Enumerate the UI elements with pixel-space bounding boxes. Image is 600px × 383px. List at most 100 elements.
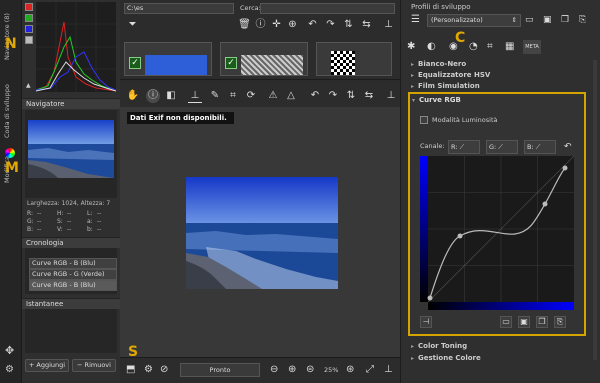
tab-queue[interactable]: Coda di sviluppo: [3, 80, 19, 142]
meta-tab[interactable]: META: [523, 40, 541, 54]
luminosity-checkbox[interactable]: [420, 116, 428, 124]
tool-item[interactable]: ▸ Equalizzatore HSV: [411, 71, 490, 79]
file-thumbnail[interactable]: ✓: [124, 42, 212, 76]
before-after-icon[interactable]: ◧: [164, 89, 178, 103]
profile-select[interactable]: (Personalizzato) ⇕: [427, 14, 521, 27]
main-image: [186, 177, 338, 289]
fullscreen-icon[interactable]: ⤢: [366, 364, 378, 376]
zoom-100-icon[interactable]: ⊛: [346, 364, 358, 376]
paste-curve-icon[interactable]: ⎘: [554, 316, 566, 328]
scrollbar[interactable]: [593, 60, 597, 360]
pin-icon[interactable]: ⊥: [384, 364, 396, 376]
pixel-value-row: G: -- S: -- a: --: [27, 218, 117, 226]
green-channel-toggle[interactable]: [25, 14, 33, 22]
red-channel-toggle[interactable]: [25, 3, 33, 11]
filter-icon[interactable]: ⏷: [126, 18, 139, 31]
flip-icon[interactable]: ⇅: [342, 18, 355, 31]
history-item[interactable]: Curve RGB - B (Blu): [29, 258, 117, 269]
pixel-value-cell: --: [97, 218, 102, 225]
copy-curve-icon[interactable]: ❐: [536, 316, 548, 328]
external-editor-icon[interactable]: ⊘: [160, 364, 172, 376]
move-icon[interactable]: ✥: [5, 345, 17, 357]
color-tab[interactable]: ◔: [469, 40, 483, 54]
profile-list-icon[interactable]: ☰: [411, 14, 423, 26]
gear-icon[interactable]: ⚙: [144, 364, 156, 376]
straighten-icon[interactable]: ⊥: [188, 89, 202, 103]
pixel-value-cell: --: [97, 210, 102, 217]
pixel-value-cell: a:: [87, 218, 93, 225]
pin-icon[interactable]: ⊥: [384, 89, 398, 103]
warning-outline-icon[interactable]: △: [284, 89, 298, 103]
channel-b-combo[interactable]: B: ⟋: [524, 140, 556, 154]
exposure-tab[interactable]: ◐: [427, 40, 441, 54]
editor-toolbar: ✋ ⓘ ◧ ⊥ ✎ ⌗ ⟳ ⚠ △ ↶ ↷ ⇅ ⇆ ⊥: [120, 85, 400, 107]
blue-channel-toggle[interactable]: [25, 25, 33, 33]
mirror-icon[interactable]: ⇆: [360, 18, 373, 31]
pixel-value-row: R: -- H: -- L: --: [27, 210, 117, 218]
info-icon[interactable]: ⓘ: [254, 18, 267, 31]
pin-icon[interactable]: ⊥: [382, 18, 395, 31]
mirror-icon[interactable]: ⇆: [362, 89, 376, 103]
rotate-left-icon[interactable]: ↶: [308, 89, 322, 103]
hand-icon[interactable]: ✋: [126, 89, 140, 103]
favorites-tab[interactable]: ✱: [407, 40, 421, 54]
zoom-out-icon[interactable]: ⊖: [270, 364, 282, 376]
image-preview-area[interactable]: [120, 107, 400, 357]
checkbox-icon[interactable]: ✓: [225, 57, 237, 69]
zoom-fit-icon[interactable]: ⊜: [306, 364, 318, 376]
history-item[interactable]: Curve RGB - G (Verde): [29, 269, 117, 280]
navigator-title: Navigatore: [22, 98, 120, 109]
remove-snapshot-button[interactable]: − Rimuovi: [72, 359, 116, 372]
save-curve-icon[interactable]: ▣: [518, 316, 530, 328]
path-input[interactable]: C:\es: [124, 3, 234, 14]
open-profile-icon[interactable]: ▭: [525, 14, 537, 26]
reset-curve-icon[interactable]: ↶: [564, 142, 574, 152]
curve-edit-mode-icon[interactable]: ⊣: [420, 316, 432, 328]
tool-item[interactable]: ▸ Gestione Colore: [411, 354, 481, 362]
file-thumbnail[interactable]: ✓: [220, 42, 308, 76]
navigator-thumbnail[interactable]: [28, 120, 114, 178]
tool-item[interactable]: ▸ Bianco-Nero: [411, 60, 466, 68]
settings-icon[interactable]: ⚙: [5, 364, 17, 376]
transform-icon[interactable]: ⟳: [244, 89, 258, 103]
checkbox-icon[interactable]: ✓: [129, 57, 141, 69]
raw-tab[interactable]: ▦: [505, 40, 519, 54]
pixel-values: R: -- H: -- L: -- G: -- S: -- a: -- B: -- V: -- b: --: [27, 210, 117, 234]
tool-item[interactable]: ▸ Color Toning: [411, 342, 467, 350]
tool-tabs: ✱ ◐ ◉ ◔ ⌗ ▦ META C: [407, 30, 541, 56]
luminance-toggle[interactable]: [25, 36, 33, 44]
channel-label: Canale:: [420, 142, 445, 150]
pixel-value-cell: --: [67, 210, 72, 217]
crop-icon[interactable]: ⌗: [226, 89, 240, 103]
curve-rgb-panel: ▾ Curve RGB Modalità Luminosità Canale: R…: [408, 92, 586, 336]
search-input[interactable]: [260, 3, 395, 14]
search-label: Cerca:: [240, 4, 261, 12]
channel-r-combo[interactable]: R: ⟋: [448, 140, 480, 154]
file-thumbnail[interactable]: [316, 42, 392, 76]
zoom-fit-icon[interactable]: ⊕: [286, 18, 299, 31]
warning-icon[interactable]: ⚠: [266, 89, 280, 103]
channel-g-combo[interactable]: G: ⟋: [486, 140, 518, 154]
curve-title[interactable]: ▾ Curve RGB: [412, 96, 461, 104]
vertical-tab-strip: Navigatore (8) N Coda di sviluppo Modifi…: [0, 0, 22, 383]
add-snapshot-button[interactable]: + Aggiungi: [25, 359, 69, 372]
histogram-mode-icon[interactable]: ▲: [26, 82, 32, 89]
save-profile-icon[interactable]: ▣: [543, 14, 555, 26]
open-curve-icon[interactable]: ▭: [500, 316, 512, 328]
tool-item[interactable]: ▸ Film Simulation: [411, 82, 480, 90]
rotate-right-icon[interactable]: ↷: [326, 89, 340, 103]
color-picker-icon[interactable]: ✎: [208, 89, 222, 103]
paste-profile-icon[interactable]: ⎘: [579, 14, 591, 26]
zoom-in-icon[interactable]: ⊕: [288, 364, 300, 376]
save-icon[interactable]: ⬒: [126, 364, 138, 376]
transform-tab[interactable]: ⌗: [487, 40, 501, 54]
rotate-left-icon[interactable]: ↶: [306, 18, 319, 31]
curve-editor[interactable]: [420, 156, 574, 310]
copy-profile-icon[interactable]: ❐: [561, 14, 573, 26]
crosshair-icon[interactable]: ✛: [270, 18, 283, 31]
info-icon[interactable]: ⓘ: [146, 89, 160, 103]
rotate-right-icon[interactable]: ↷: [324, 18, 337, 31]
delete-icon[interactable]: 🗑: [238, 18, 251, 31]
flip-icon[interactable]: ⇅: [344, 89, 358, 103]
history-item-selected[interactable]: Curve RGB - B (Blu): [29, 280, 117, 291]
